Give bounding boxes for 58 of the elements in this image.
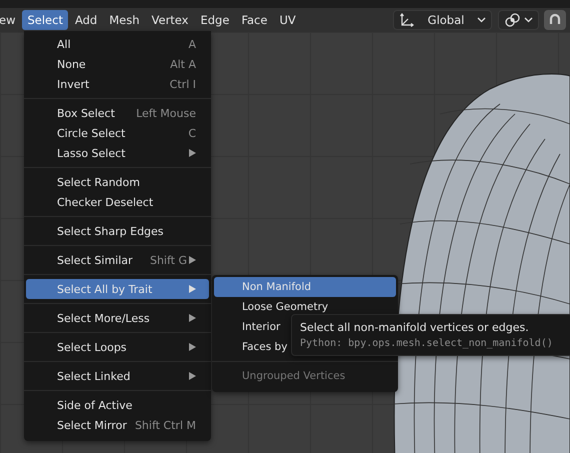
shortcut-label: C bbox=[188, 126, 196, 140]
menu-item[interactable]: All A bbox=[26, 34, 209, 54]
menu-item-label: Side of Active bbox=[57, 398, 134, 412]
orientation-dropdown[interactable]: Global bbox=[393, 10, 492, 30]
shortcut-label: Left Mouse bbox=[136, 106, 196, 120]
axes-icon bbox=[399, 12, 415, 28]
menu-item[interactable]: Select Mirror Shift Ctrl M bbox=[26, 415, 209, 435]
menu-item-label: Select More/Less bbox=[57, 312, 151, 324]
menu-item[interactable]: Select Loops bbox=[26, 337, 209, 357]
menu-item-label: Select Linked bbox=[57, 370, 132, 382]
header-menu[interactable]: Select bbox=[22, 10, 68, 30]
menu-item[interactable]: Select Random bbox=[26, 172, 209, 192]
header-menu[interactable]: Add bbox=[70, 10, 102, 30]
menu-item[interactable]: Select Similar Shift G bbox=[26, 250, 209, 270]
menu-item-label: Select Random bbox=[57, 176, 141, 188]
menu-item[interactable]: Circle Select C bbox=[26, 123, 209, 143]
pivot-dropdown[interactable] bbox=[498, 10, 539, 30]
shortcut-label: Shift G bbox=[150, 254, 187, 266]
python-path: Python: bpy.ops.mesh.select_non_manifold() bbox=[300, 338, 554, 349]
menu-item-label: All bbox=[57, 38, 72, 50]
menu-item[interactable]: Select Linked bbox=[26, 366, 209, 386]
menu-item[interactable]: Checker Deselect bbox=[26, 192, 209, 212]
menu-item-label: Select Loops bbox=[57, 340, 128, 354]
submenu-item[interactable]: Loose Geometry bbox=[214, 297, 396, 317]
header-menu[interactable]: UV bbox=[274, 10, 301, 30]
menu-item-label: Select All by Trait bbox=[57, 282, 154, 296]
header-menu[interactable]: Vertex bbox=[146, 10, 194, 30]
header-menu[interactable]: Face bbox=[236, 10, 272, 30]
view-menu[interactable]: ew bbox=[0, 10, 20, 30]
menu-item[interactable]: Lasso Select bbox=[26, 143, 209, 163]
shortcut-label: Shift Ctrl M bbox=[134, 418, 196, 432]
menu-item-label: Checker Deselect bbox=[57, 196, 154, 208]
chevron-icon bbox=[524, 17, 533, 23]
shortcut-label: Alt A bbox=[170, 58, 196, 70]
submenu-item[interactable]: Non Manifold bbox=[214, 277, 396, 297]
menu-item-label: Box Select bbox=[57, 106, 116, 120]
menu-item[interactable]: None Alt A bbox=[26, 54, 209, 74]
chevron-icon bbox=[477, 17, 486, 23]
menu-item[interactable]: Select Sharp Edges bbox=[26, 221, 209, 241]
menu-item-label: Select Similar bbox=[57, 254, 134, 266]
menu-item-label: Select Sharp Edges bbox=[57, 224, 165, 238]
menu-item-label: Circle Select bbox=[57, 126, 126, 140]
tooltip-description: Select all non-manifold vertices or edges. bbox=[300, 321, 530, 334]
menu-item-label: Select Mirror bbox=[57, 418, 128, 432]
menu-item-label: None bbox=[57, 58, 87, 70]
snap-toggle[interactable] bbox=[544, 10, 566, 30]
pivot-icon bbox=[504, 12, 522, 28]
header-menu[interactable]: Edge bbox=[195, 10, 234, 30]
menu-item-label: Invert bbox=[57, 78, 90, 90]
menu-item[interactable]: Side of Active bbox=[26, 395, 209, 415]
menu-item-label: Lasso Select bbox=[57, 146, 126, 160]
shortcut-label: Ctrl I bbox=[170, 78, 196, 90]
header-menu[interactable]: Mesh bbox=[104, 10, 145, 30]
menu-item[interactable]: Select All by Trait bbox=[26, 279, 209, 299]
menu-item[interactable]: Invert Ctrl I bbox=[26, 74, 209, 94]
menu-item[interactable]: Select More/Less bbox=[26, 308, 209, 328]
menu-item[interactable]: Box Select Left Mouse bbox=[26, 103, 209, 123]
shortcut-label: A bbox=[188, 38, 196, 50]
